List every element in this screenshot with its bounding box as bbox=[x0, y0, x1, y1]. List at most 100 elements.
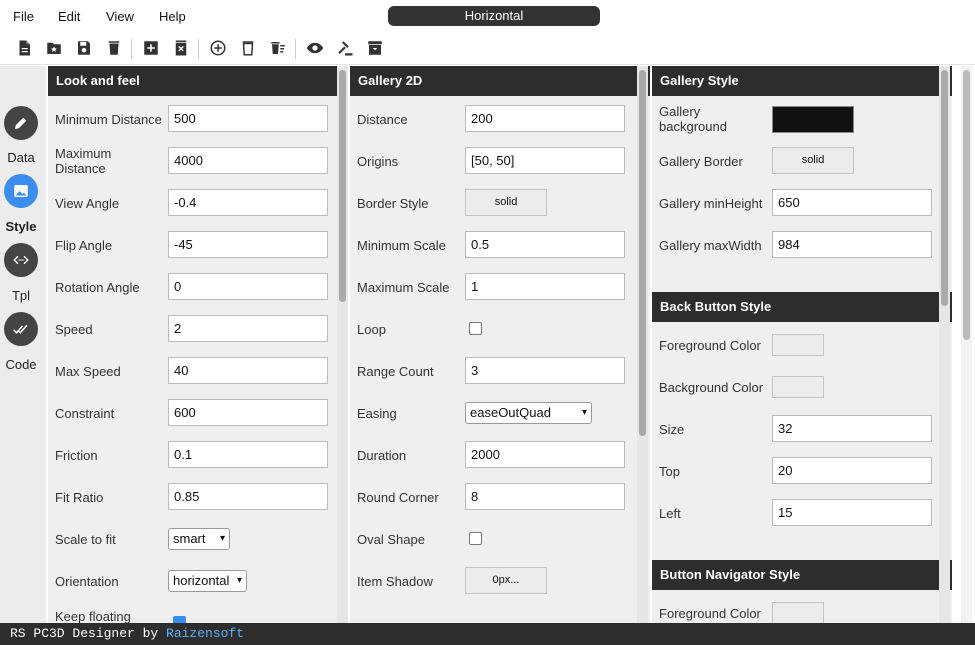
scale-to-fit-select[interactable]: smart ▾ bbox=[168, 528, 230, 550]
nav-foreground-color[interactable] bbox=[772, 602, 824, 623]
field-label: Gallery background bbox=[659, 104, 727, 134]
trash-icon[interactable] bbox=[237, 37, 259, 59]
nav-code-label: Code bbox=[5, 357, 37, 372]
field-label: Max Speed bbox=[55, 363, 121, 379]
scrollbar[interactable] bbox=[337, 66, 348, 623]
look-and-feel-row: Maximum Distance 4000 bbox=[48, 140, 348, 182]
gallery-border-button[interactable]: solid bbox=[772, 147, 854, 174]
distance-row: Distance 200 bbox=[350, 98, 650, 140]
field-label: Loop bbox=[357, 321, 386, 337]
border-style-button[interactable]: solid bbox=[465, 189, 547, 216]
field-label: Maximum Scale bbox=[357, 279, 450, 295]
add-circle-icon[interactable] bbox=[207, 37, 229, 59]
easing-select[interactable]: easeOutQuad ▾ bbox=[465, 402, 592, 424]
preview-eye-icon[interactable] bbox=[304, 37, 326, 59]
field-label: Oval Shape bbox=[357, 531, 425, 547]
distance-input[interactable]: 200 bbox=[465, 105, 625, 132]
gallery-background-row: Gallery background bbox=[652, 98, 952, 140]
scrollbar[interactable] bbox=[637, 66, 648, 623]
look-and-feel-input[interactable]: -0.4 bbox=[168, 189, 328, 216]
add-square-icon[interactable] bbox=[140, 37, 162, 59]
field-label: Border Style bbox=[357, 195, 429, 211]
button-navigator-style-title: Button Navigator Style bbox=[652, 560, 952, 590]
look-and-feel-input[interactable]: 40 bbox=[168, 357, 328, 384]
remove-square-icon[interactable] bbox=[170, 37, 192, 59]
back-left-input[interactable]: 15 bbox=[772, 499, 932, 526]
loop-checkbox[interactable] bbox=[469, 322, 482, 335]
field-label: Range Count bbox=[357, 363, 434, 379]
duration-input[interactable]: 2000 bbox=[465, 441, 625, 468]
back-foreground-color[interactable] bbox=[772, 334, 824, 356]
status-text: RS PC3D Designer by bbox=[10, 626, 167, 641]
open-folder-icon[interactable] bbox=[43, 37, 65, 59]
menu-bar: File Edit View Help Horizontal bbox=[0, 0, 975, 33]
menu-file[interactable]: File bbox=[13, 9, 34, 24]
delete-icon[interactable] bbox=[103, 37, 125, 59]
menu-edit[interactable]: Edit bbox=[58, 9, 80, 24]
brand-link[interactable]: Raizensoft bbox=[166, 626, 244, 641]
field-label: Maximum Distance bbox=[55, 146, 112, 176]
nav-tpl-button[interactable] bbox=[4, 243, 38, 277]
new-file-icon[interactable] bbox=[13, 37, 35, 59]
item-shadow-button[interactable]: 0px... bbox=[465, 567, 547, 594]
look-and-feel-input[interactable]: 500 bbox=[168, 105, 328, 132]
delete-all-icon[interactable] bbox=[267, 37, 289, 59]
toolbar bbox=[0, 33, 975, 65]
look-and-feel-input[interactable]: 4000 bbox=[168, 147, 328, 174]
keep-floating-checkbox[interactable] bbox=[173, 616, 186, 623]
look-and-feel-row: Flip Angle -45 bbox=[48, 224, 348, 266]
max-scale-input[interactable]: 1 bbox=[465, 273, 625, 300]
field-label: Round Corner bbox=[357, 489, 439, 505]
menu-view[interactable]: View bbox=[106, 9, 134, 24]
nav-style-button[interactable] bbox=[4, 174, 38, 208]
back-size-input[interactable]: 32 bbox=[772, 415, 932, 442]
gallery-maxwidth-input[interactable]: 984 bbox=[772, 231, 932, 258]
field-label: Fit Ratio bbox=[55, 489, 104, 505]
nav-code-button[interactable] bbox=[4, 312, 38, 346]
look-and-feel-row: Constraint 600 bbox=[48, 392, 348, 434]
menu-help[interactable]: Help bbox=[159, 9, 186, 24]
look-and-feel-row: Fit Ratio 0.85 bbox=[48, 476, 348, 518]
back-top-input[interactable]: 20 bbox=[772, 457, 932, 484]
back-background-color[interactable] bbox=[772, 376, 824, 398]
save-icon[interactable] bbox=[73, 37, 95, 59]
range-count-input[interactable]: 3 bbox=[465, 357, 625, 384]
gallery-minheight-input[interactable]: 650 bbox=[772, 189, 932, 216]
archive-icon[interactable] bbox=[364, 37, 386, 59]
window-scrollbar[interactable] bbox=[961, 66, 972, 623]
range-count-row: Range Count 3 bbox=[350, 350, 650, 392]
nav-style-label: Style bbox=[5, 219, 37, 234]
gallery-style-panel: Gallery Style Gallery background Gallery… bbox=[652, 66, 952, 623]
orientation-select[interactable]: horizontal ▾ bbox=[168, 570, 247, 592]
field-label: Item Shadow bbox=[357, 573, 433, 589]
oval-shape-checkbox[interactable] bbox=[469, 532, 482, 545]
gallery-maxwidth-row: Gallery maxWidth 984 bbox=[652, 224, 952, 266]
nav-data-button[interactable] bbox=[4, 106, 38, 140]
field-label: Rotation Angle bbox=[55, 279, 140, 295]
gallery-background-color[interactable] bbox=[772, 106, 854, 133]
round-corner-input[interactable]: 8 bbox=[465, 483, 625, 510]
look-and-feel-input[interactable]: 600 bbox=[168, 399, 328, 426]
origins-input[interactable]: [50, 50] bbox=[465, 147, 625, 174]
nav-tpl-label: Tpl bbox=[11, 288, 31, 303]
field-label: Scale to fit bbox=[55, 531, 116, 547]
look-and-feel-input[interactable]: 2 bbox=[168, 315, 328, 342]
look-and-feel-input[interactable]: 0 bbox=[168, 273, 328, 300]
status-bar: RS PC3D Designer by Raizensoft bbox=[0, 623, 975, 645]
build-gavel-icon[interactable] bbox=[334, 37, 356, 59]
scrollbar[interactable] bbox=[939, 66, 950, 623]
field-label: Top bbox=[659, 463, 680, 479]
look-and-feel-input[interactable]: 0.85 bbox=[168, 483, 328, 510]
keep-floating-row: Keep floating bbox=[48, 602, 348, 623]
look-and-feel-input[interactable]: -45 bbox=[168, 231, 328, 258]
field-label: Easing bbox=[357, 405, 397, 421]
round-corner-row: Round Corner 8 bbox=[350, 476, 650, 518]
scale-to-fit-row: Scale to fit smart ▾ bbox=[48, 518, 348, 560]
field-label: Background Color bbox=[659, 379, 764, 395]
field-label: Constraint bbox=[55, 405, 115, 421]
back-left-row: Left 15 bbox=[652, 492, 952, 534]
look-and-feel-input[interactable]: 0.1 bbox=[168, 441, 328, 468]
gallery-border-row: Gallery Border solid bbox=[652, 140, 952, 182]
item-shadow-row: Item Shadow 0px... bbox=[350, 560, 650, 602]
min-scale-input[interactable]: 0.5 bbox=[465, 231, 625, 258]
